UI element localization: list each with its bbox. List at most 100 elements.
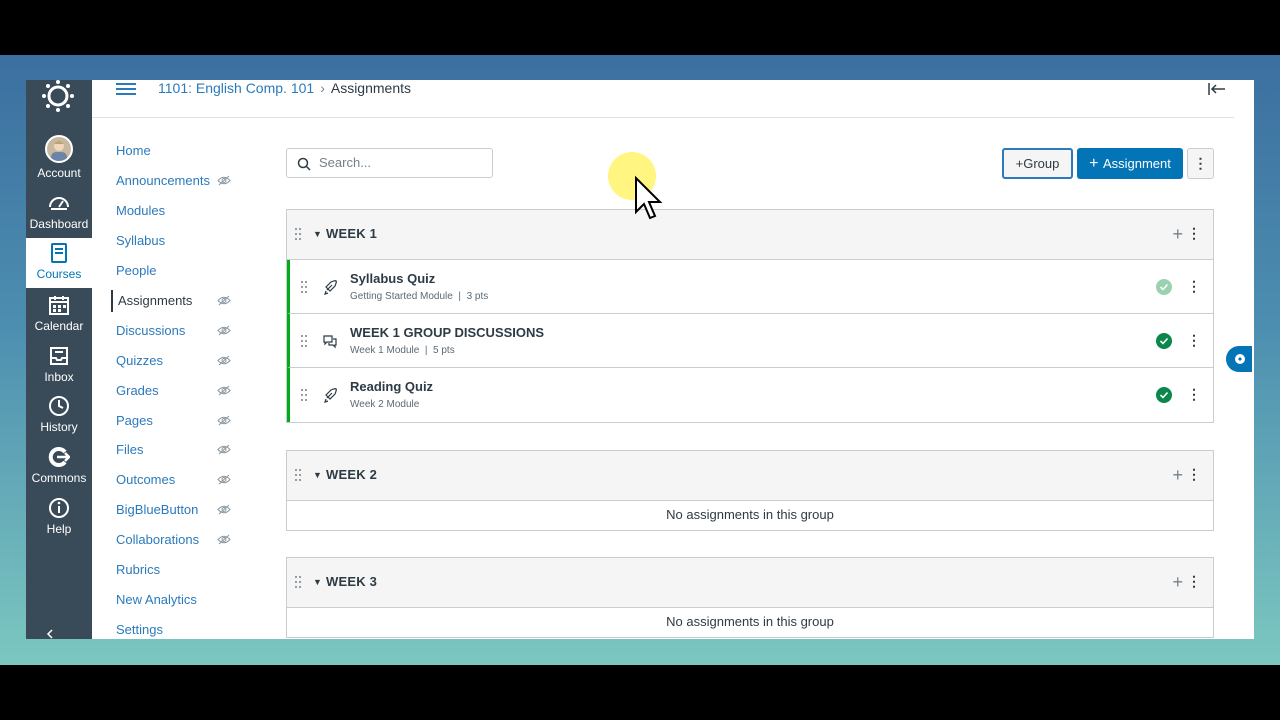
global-nav: Account Dashboard Courses Calendar Inbox… <box>26 80 92 639</box>
assignment-title[interactable]: WEEK 1 GROUP DISCUSSIONS <box>350 325 544 340</box>
course-nav-label: Assignments <box>118 293 193 308</box>
course-nav-outcomes[interactable]: Outcomes <box>111 469 241 491</box>
caret-down-icon[interactable]: ▼ <box>313 577 322 587</box>
search-input[interactable]: Search... <box>286 148 493 178</box>
course-nav-collaborations[interactable]: Collaborations <box>111 529 241 551</box>
canvas-window: Account Dashboard Courses Calendar Inbox… <box>26 80 1254 639</box>
assignment-points: 5 pts <box>433 345 455 356</box>
hidden-eye-icon <box>217 355 231 366</box>
course-nav-files[interactable]: Files <box>111 439 241 461</box>
global-nav-label: Courses <box>36 267 82 281</box>
chat-help-icon[interactable] <box>1226 346 1252 372</box>
add-to-group-icon[interactable]: + <box>1172 224 1183 245</box>
group-menu-icon[interactable]: ⋮ <box>1187 573 1201 590</box>
hidden-eye-icon <box>217 295 231 306</box>
assignment-row[interactable]: Syllabus Quiz Getting Started Module | 3… <box>287 260 1213 314</box>
course-nav-label: New Analytics <box>116 592 197 607</box>
course-nav-syllabus[interactable]: Syllabus <box>111 230 241 252</box>
breadcrumb-separator-icon: › <box>320 80 325 96</box>
hidden-eye-icon <box>217 504 231 515</box>
caret-down-icon[interactable]: ▼ <box>313 470 322 480</box>
hidden-eye-icon <box>217 415 231 426</box>
assignment-row[interactable]: Reading Quiz Week 2 Module ⋮ <box>287 368 1213 422</box>
group-header[interactable]: ▼ WEEK 2 + ⋮ <box>287 451 1213 501</box>
help-icon <box>49 498 69 518</box>
add-group-button[interactable]: +Group <box>1002 148 1073 179</box>
course-nav-announcements[interactable]: Announcements <box>111 170 241 192</box>
course-nav-rubrics[interactable]: Rubrics <box>111 559 241 581</box>
caret-down-icon[interactable]: ▼ <box>313 229 322 239</box>
group-title: WEEK 2 <box>326 467 378 482</box>
assignment-title[interactable]: Syllabus Quiz <box>350 271 435 286</box>
plus-icon: + <box>1089 155 1103 172</box>
course-nav-label: Collaborations <box>116 532 200 547</box>
drag-handle-icon[interactable] <box>294 575 302 589</box>
add-assignment-button[interactable]: + Assignment <box>1077 148 1183 179</box>
inbox-icon <box>50 347 68 365</box>
group-header[interactable]: ▼ WEEK 1 + ⋮ <box>287 210 1213 260</box>
hidden-eye-icon <box>217 534 231 545</box>
course-nav-modules[interactable]: Modules <box>111 200 241 222</box>
course-nav-label: Rubrics <box>116 562 161 577</box>
global-nav-commons[interactable]: Commons <box>26 446 92 496</box>
add-to-group-icon[interactable]: + <box>1172 465 1183 486</box>
canvas-logo-icon[interactable] <box>40 80 76 116</box>
group-menu-icon[interactable]: ⋮ <box>1187 225 1201 242</box>
hidden-eye-icon <box>217 385 231 396</box>
global-nav-calendar[interactable]: Calendar <box>26 294 92 344</box>
global-nav-inbox[interactable]: Inbox <box>26 345 92 395</box>
assignment-group-week-3: ▼ WEEK 3 + ⋮ No assignments in this grou… <box>286 557 1214 638</box>
assignment-menu-icon[interactable]: ⋮ <box>1187 278 1201 295</box>
course-nav-label: Pages <box>116 413 153 428</box>
course-nav-label: Quizzes <box>116 353 163 368</box>
assignment-row[interactable]: WEEK 1 GROUP DISCUSSIONS Week 1 Module |… <box>287 314 1213 368</box>
course-nav-bigbluebutton[interactable]: BigBlueButton <box>111 499 241 521</box>
commons-icon <box>48 447 70 467</box>
calendar-icon <box>49 296 69 315</box>
assignment-title[interactable]: Reading Quiz <box>350 379 433 394</box>
assignment-menu-icon[interactable]: ⋮ <box>1187 332 1201 349</box>
breadcrumb-course-link[interactable]: 1101: English Comp. 101 <box>158 80 314 96</box>
drag-handle-icon[interactable] <box>294 468 302 482</box>
global-nav-account[interactable]: Account <box>26 135 92 185</box>
course-nav-grades[interactable]: Grades <box>111 380 241 402</box>
publish-check-icon[interactable] <box>1156 279 1172 295</box>
global-nav-dashboard[interactable]: Dashboard <box>26 192 92 242</box>
search-placeholder: Search... <box>319 155 372 170</box>
drag-handle-icon[interactable] <box>300 280 308 294</box>
drag-handle-icon[interactable] <box>300 334 308 348</box>
add-assignment-label: Assignment <box>1102 156 1171 171</box>
publish-check-icon[interactable] <box>1156 387 1172 403</box>
collapse-sidebar-icon[interactable] <box>1208 82 1226 96</box>
collapse-nav-icon[interactable] <box>46 628 60 639</box>
course-nav-label: Syllabus <box>116 233 166 248</box>
course-nav-quizzes[interactable]: Quizzes <box>111 350 241 372</box>
course-nav-new-analytics[interactable]: New Analytics <box>111 589 241 611</box>
course-nav-pages[interactable]: Pages <box>111 410 241 432</box>
hidden-eye-icon <box>217 325 231 336</box>
group-menu-icon[interactable]: ⋮ <box>1187 466 1201 483</box>
course-nav-label: Home <box>116 143 151 158</box>
group-header[interactable]: ▼ WEEK 3 + ⋮ <box>287 558 1213 608</box>
quiz-rocket-icon <box>324 280 337 295</box>
course-nav-assignments[interactable]: Assignments <box>111 290 241 312</box>
assignment-menu-icon[interactable]: ⋮ <box>1187 386 1201 403</box>
more-options-button[interactable]: ⋮ <box>1187 148 1214 179</box>
global-nav-courses[interactable]: Courses <box>26 238 92 288</box>
course-nav-home[interactable]: Home <box>111 140 241 162</box>
assignment-module: Week 2 Module <box>350 399 420 410</box>
add-to-group-icon[interactable]: + <box>1172 572 1183 593</box>
course-nav-settings[interactable]: Settings <box>111 619 241 639</box>
course-nav-discussions[interactable]: Discussions <box>111 320 241 342</box>
hamburger-menu-icon[interactable] <box>116 82 136 96</box>
header-divider <box>92 117 1234 118</box>
hidden-eye-icon <box>217 474 231 485</box>
course-nav-people[interactable]: People <box>111 260 241 282</box>
publish-check-icon[interactable] <box>1156 333 1172 349</box>
discussion-icon <box>323 335 337 349</box>
course-nav-label: People <box>116 263 157 278</box>
drag-handle-icon[interactable] <box>300 388 308 402</box>
drag-handle-icon[interactable] <box>294 227 302 241</box>
global-nav-help[interactable]: Help <box>26 497 92 547</box>
global-nav-history[interactable]: History <box>26 395 92 445</box>
